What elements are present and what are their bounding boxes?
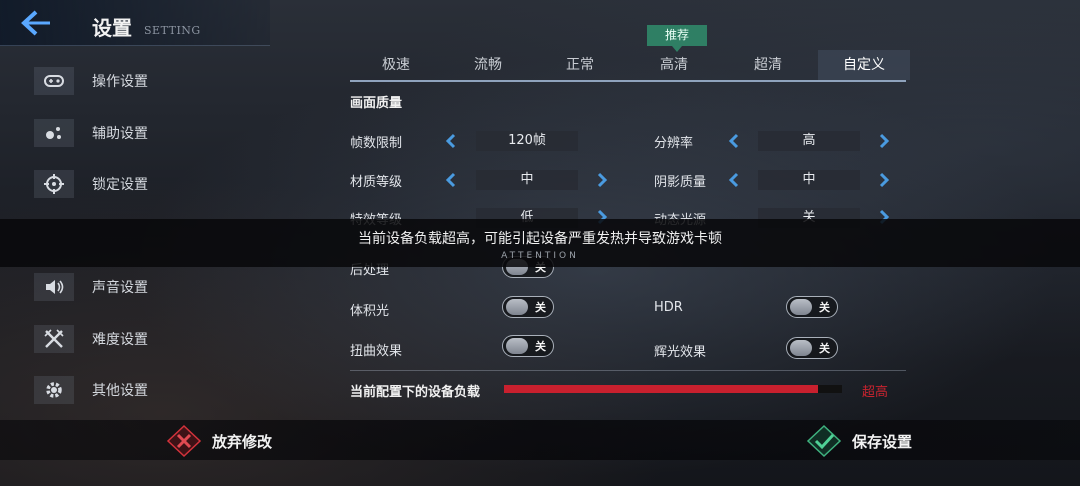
sidebar-item-difficulty[interactable]: 难度设置 (34, 324, 204, 354)
toggle-knob (790, 340, 812, 356)
tab-underline (350, 80, 906, 82)
sidebar-item-label: 声音设置 (92, 280, 148, 296)
toggle-knob (506, 338, 528, 354)
distortion-toggle[interactable]: 关 (502, 335, 554, 357)
tab-smooth[interactable]: 流畅 (442, 50, 534, 80)
texture-label: 材质等级 (350, 175, 403, 190)
toggle-state: 关 (535, 301, 546, 314)
tab-ultra-hd[interactable]: 超清 (722, 50, 814, 80)
crosshair-icon (34, 170, 74, 198)
section-title: 画面质量 (350, 96, 403, 111)
sidebar-item-label: 操作设置 (92, 74, 148, 90)
divider (350, 370, 906, 371)
sidebar-item-controls[interactable]: 操作设置 (34, 66, 204, 96)
fps-value: 120帧 (476, 131, 578, 151)
crossed-swords-icon (34, 325, 74, 353)
device-load-status: 超高 (862, 385, 889, 400)
sidebar-item-label: 辅助设置 (92, 126, 148, 142)
shadow-value: 中 (758, 170, 860, 190)
quality-tabs: 极速 流畅 正常 高清 超清 自定义 (350, 50, 910, 80)
warning-toast: 当前设备负载超高，可能引起设备严重发热并导致游戏卡顿 ATTENTION (0, 219, 1080, 267)
chevron-left-icon[interactable] (444, 133, 458, 149)
chevron-right-icon[interactable] (877, 172, 891, 188)
save-label: 保存设置 (852, 432, 913, 451)
chevron-left-icon[interactable] (444, 172, 458, 188)
hdr-toggle[interactable]: 关 (786, 296, 838, 318)
sidebar-item-other[interactable]: 其他设置 (34, 375, 204, 405)
texture-value: 中 (476, 170, 578, 190)
discard-changes-button[interactable]: 放弃修改 (166, 424, 272, 458)
volumetric-label: 体积光 (350, 304, 390, 319)
tab-ultra-fast[interactable]: 极速 (350, 50, 442, 80)
tab-normal[interactable]: 正常 (534, 50, 626, 80)
sidebar-item-sound[interactable]: 声音设置 (34, 272, 204, 302)
chevron-left-icon[interactable] (727, 172, 741, 188)
header-bar: 设置 SETTING (0, 0, 270, 46)
resolution-label: 分辨率 (654, 136, 694, 151)
toast-message: 当前设备负载超高，可能引起设备严重发热并导致游戏卡顿 (358, 231, 722, 247)
sidebar-item-label: 难度设置 (92, 332, 148, 348)
discard-label: 放弃修改 (212, 432, 273, 451)
recommended-badge: 推荐 (647, 25, 707, 52)
close-icon (166, 424, 202, 458)
distortion-label: 扭曲效果 (350, 344, 403, 359)
save-settings-button[interactable]: 保存设置 (806, 424, 912, 458)
sidebar-item-label: 锁定设置 (92, 177, 148, 193)
chevron-left-icon[interactable] (727, 133, 741, 149)
device-load-bar (504, 385, 842, 393)
sidebar-item-label: 其他设置 (92, 383, 148, 399)
glow-toggle[interactable]: 关 (786, 337, 838, 359)
page-title: 设置 (92, 16, 132, 40)
toggle-state: 关 (819, 342, 830, 355)
sidebar-item-lock[interactable]: 锁定设置 (34, 169, 204, 199)
gamepad-icon (34, 67, 74, 95)
tab-hd[interactable]: 高清 (628, 50, 720, 80)
chevron-right-icon[interactable] (877, 133, 891, 149)
tab-custom[interactable]: 自定义 (818, 50, 910, 80)
glow-label: 辉光效果 (654, 345, 707, 360)
toggle-knob (506, 299, 528, 315)
shadow-label: 阴影质量 (654, 175, 707, 190)
volumetric-toggle[interactable]: 关 (502, 296, 554, 318)
page-subtitle: SETTING (144, 24, 201, 37)
assist-dots-icon (34, 119, 74, 147)
checkmark-icon (806, 424, 842, 458)
hdr-label: HDR (654, 300, 683, 315)
chevron-right-icon[interactable] (595, 172, 609, 188)
sidebar-item-assist[interactable]: 辅助设置 (34, 118, 204, 148)
toggle-state: 关 (819, 301, 830, 314)
speaker-icon (34, 273, 74, 301)
bottom-action-bar (0, 420, 1080, 460)
resolution-value: 高 (758, 131, 860, 151)
back-arrow-icon[interactable] (18, 8, 54, 38)
device-load-fill (504, 385, 819, 393)
toggle-knob (790, 299, 812, 315)
fps-label: 帧数限制 (350, 136, 403, 151)
gear-icon (34, 376, 74, 404)
toast-subtitle: ATTENTION (501, 251, 579, 261)
device-load-label: 当前配置下的设备负载 (350, 385, 481, 400)
toggle-state: 关 (535, 340, 546, 353)
